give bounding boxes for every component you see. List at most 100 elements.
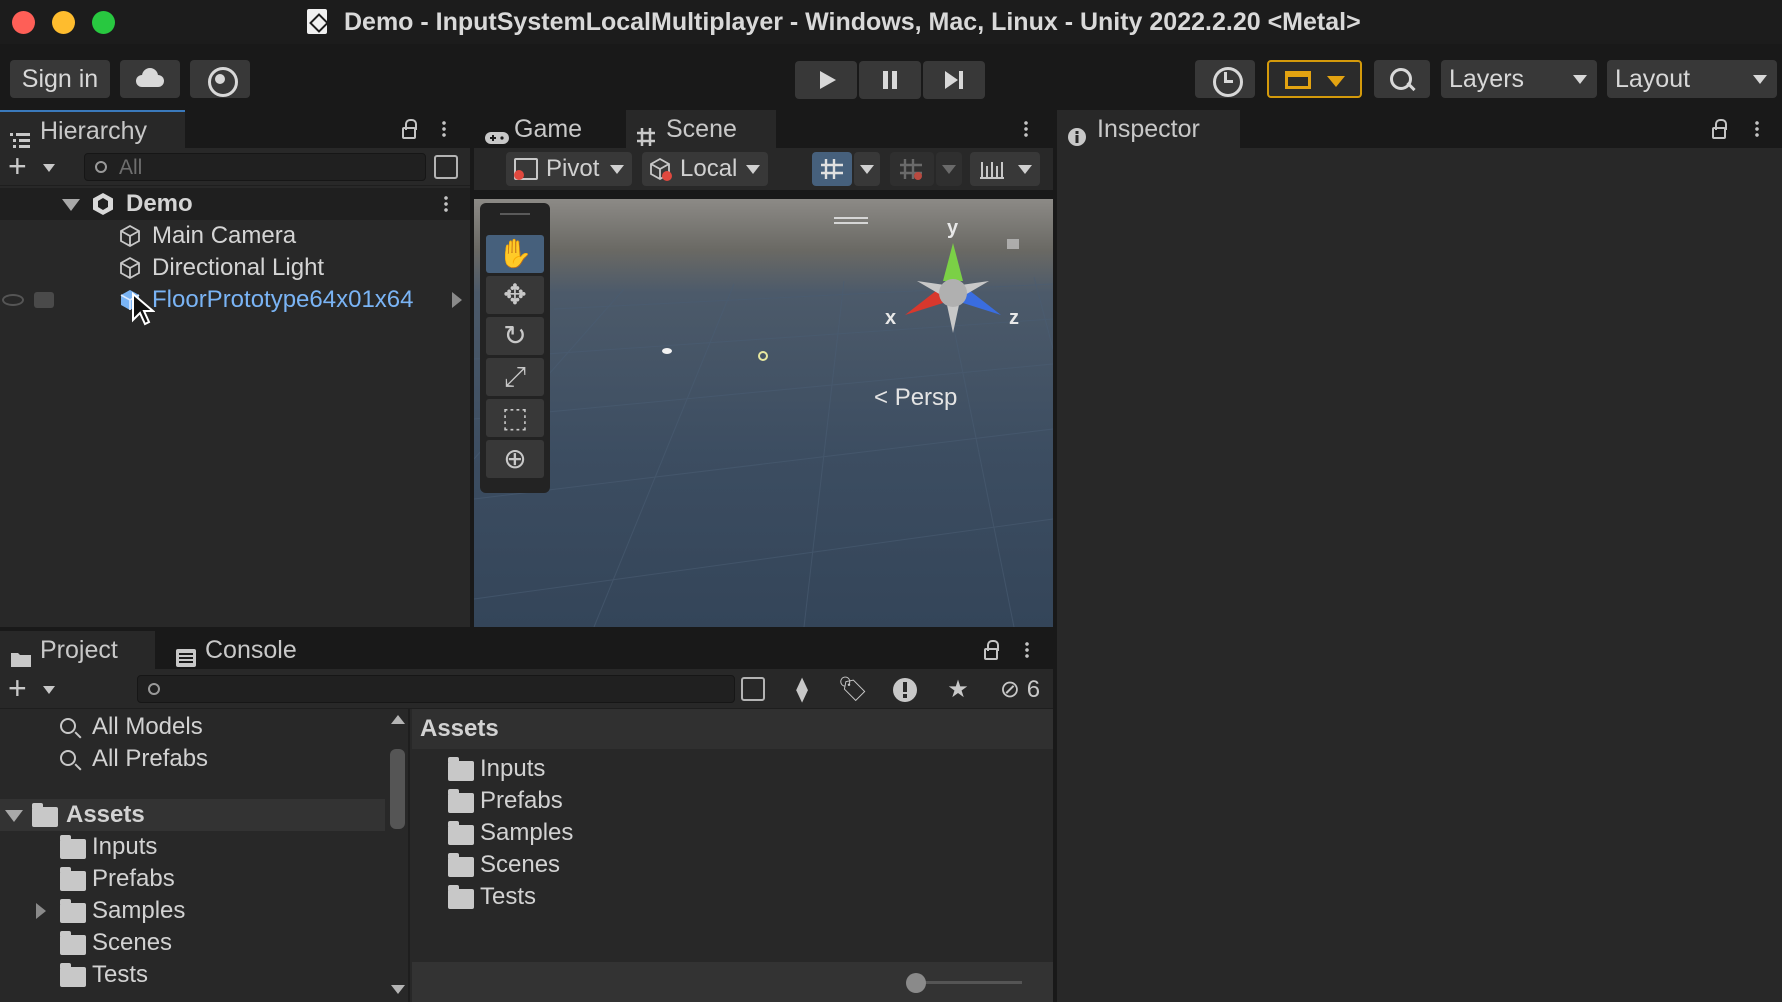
grid-snap-toggle[interactable] [812,152,852,186]
scene-viewport[interactable]: ✋ ✥ ↻ ⤢ ⬚ ⊕ y x z < Persp [474,199,1053,627]
content-folder[interactable]: Scenes [412,849,812,881]
hierarchy-item[interactable]: FloorPrototype64x01x64 [0,284,470,316]
content-folder[interactable]: Tests [412,881,812,913]
scene-search-icon[interactable] [434,155,458,179]
chevron-right-icon[interactable] [36,903,46,919]
increment-snap-toggle[interactable] [890,152,934,186]
visibility-eye-icon[interactable] [2,294,24,306]
icon-size-slider-knob[interactable] [906,973,926,993]
favorites-star-icon[interactable]: ★ [937,675,979,705]
scroll-up-icon[interactable] [391,715,405,724]
scrollbar-thumb[interactable] [390,749,405,829]
search-scope-icon[interactable] [741,677,765,701]
unity-scene-icon [91,192,115,216]
more-options-icon[interactable] [1024,120,1028,138]
tab-project[interactable]: Project [0,631,155,669]
increment-snap-options-button[interactable] [936,152,962,186]
scene-row[interactable]: Demo [0,188,470,220]
scale-tool-icon[interactable]: ⤢ [486,358,544,396]
scene-tabstrip: Game Scene [474,110,1053,148]
tab-inspector[interactable]: Inspector [1057,110,1240,148]
grid-visibility-dropdown[interactable] [970,152,1040,186]
grid-snap-options-button[interactable] [854,152,880,186]
favorite-item[interactable]: All Prefabs [0,743,385,775]
icon-size-slider-track[interactable] [912,981,1022,984]
tab-hierarchy[interactable]: Hierarchy [0,110,185,148]
content-breadcrumb[interactable]: Assets [412,709,1053,749]
more-options-icon[interactable] [1755,120,1759,138]
add-object-button[interactable]: + [8,150,27,182]
hand-tool-icon[interactable]: ✋ [486,235,544,273]
tree-folder[interactable]: Scenes [0,927,385,959]
filter-by-type-icon[interactable]: ⧫ [781,675,823,705]
favorite-item[interactable]: All Models [0,711,385,743]
layers-label: Layers [1449,65,1525,93]
create-asset-button[interactable]: + [8,672,27,704]
hidden-packages-toggle[interactable]: ⊘ 6 [990,675,1050,705]
tab-console[interactable]: Console [165,631,315,669]
collab-icon[interactable] [190,60,250,98]
play-button[interactable] [795,61,857,99]
pivot-dropdown[interactable]: Pivot [506,152,632,186]
expand-arrow-icon[interactable] [62,199,80,211]
step-button[interactable] [923,61,985,99]
hierarchy-item[interactable]: Directional Light [0,252,470,284]
projection-toggle[interactable]: < Persp [874,384,957,412]
layout-dropdown[interactable]: Layout [1607,60,1777,98]
layers-dropdown[interactable]: Layers [1441,60,1597,98]
pickable-hand-icon[interactable] [34,292,54,308]
lock-icon[interactable] [402,119,417,139]
warning-filter-icon[interactable] [884,675,926,705]
rect-tool-icon[interactable]: ⬚ [486,399,544,437]
chevron-down-icon[interactable] [43,164,55,172]
account-store-button[interactable] [1267,60,1362,98]
tab-scene-label: Scene [666,115,737,143]
tree-folder[interactable]: Tests [0,959,385,991]
cloud-icon[interactable] [120,60,180,98]
folder-icon [448,853,474,877]
content-folder[interactable]: Prefabs [412,785,812,817]
close-window-button[interactable] [12,11,35,34]
lock-icon[interactable] [984,640,999,660]
more-options-icon[interactable] [1025,641,1029,659]
rotate-tool-icon[interactable]: ↻ [486,317,544,355]
tree-root-assets[interactable]: Assets [0,799,385,831]
more-options-icon[interactable] [442,120,446,138]
chevron-down-icon [1573,75,1587,84]
tree-folder[interactable]: Samples [0,895,385,927]
lock-icon[interactable] [1712,119,1727,139]
content-folder[interactable]: Inputs [412,753,812,785]
move-tool-icon[interactable]: ✥ [486,276,544,314]
content-folder[interactable]: Samples [412,817,812,849]
chevron-right-icon[interactable] [452,292,462,308]
orientation-gizmo[interactable]: y x z [883,215,1023,345]
hierarchy-search-input[interactable]: All [84,153,426,181]
folder-icon [448,757,474,781]
tab-inspector-label: Inspector [1097,115,1200,143]
tab-game[interactable]: Game [474,110,622,148]
expand-arrow-icon[interactable] [5,810,23,822]
maximize-window-button[interactable] [92,11,115,34]
scene-options-icon[interactable] [444,195,448,213]
tab-hierarchy-label: Hierarchy [40,117,147,145]
minimize-window-button[interactable] [52,11,75,34]
tree-folder[interactable]: Inputs [0,831,385,863]
folder-icon [448,821,474,845]
scroll-down-icon[interactable] [391,985,405,994]
project-search-input[interactable] [137,675,735,703]
hierarchy-item-label: Main Camera [152,222,297,249]
local-dropdown[interactable]: Local [642,152,768,186]
tree-scrollbar[interactable] [388,709,408,1002]
filter-by-label-icon[interactable]: 🏷 [832,675,874,705]
search-icon[interactable] [1374,60,1430,98]
sign-in-button[interactable]: Sign in [10,60,110,98]
tab-scene[interactable]: Scene [626,110,776,148]
chevron-down-icon[interactable] [43,686,55,694]
hierarchy-item[interactable]: Main Camera [0,220,470,252]
history-icon[interactable] [1195,60,1255,98]
tree-folder[interactable]: Prefabs [0,863,385,895]
folder-icon [60,931,86,955]
unity-document-icon [307,9,327,34]
transform-tool-icon[interactable]: ⊕ [486,440,544,478]
pause-button[interactable] [859,61,921,99]
